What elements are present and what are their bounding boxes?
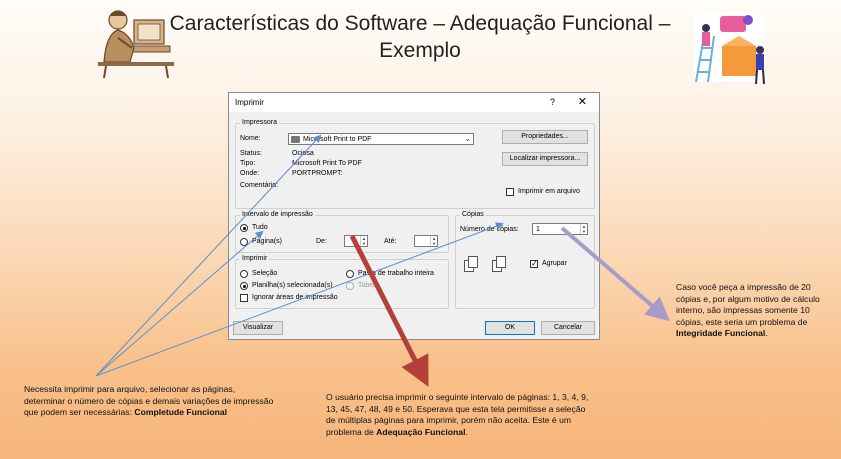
completeness-bold: Completude Funcional xyxy=(134,407,227,418)
completeness-note: Necessita imprimir para arquivo, selecio… xyxy=(24,384,276,419)
integrity-text: Caso você peça a impressão de 20 cópias … xyxy=(676,282,820,327)
adequacy-bold: Adequação Funcional xyxy=(376,426,466,437)
integrity-note: Caso você peça a impressão de 20 cópias … xyxy=(676,282,826,340)
adequacy-end: . xyxy=(465,426,468,437)
integrity-end: . xyxy=(765,328,768,339)
arrow-to-printer-name xyxy=(95,134,322,377)
arrow-to-range xyxy=(95,230,264,377)
arrow-to-integrity-note xyxy=(560,226,671,322)
arrow-to-copies xyxy=(95,222,504,377)
integrity-bold: Integridade Funcional xyxy=(676,328,766,339)
adequacy-note: O usuário precisa imprimir o seguinte in… xyxy=(326,392,596,438)
